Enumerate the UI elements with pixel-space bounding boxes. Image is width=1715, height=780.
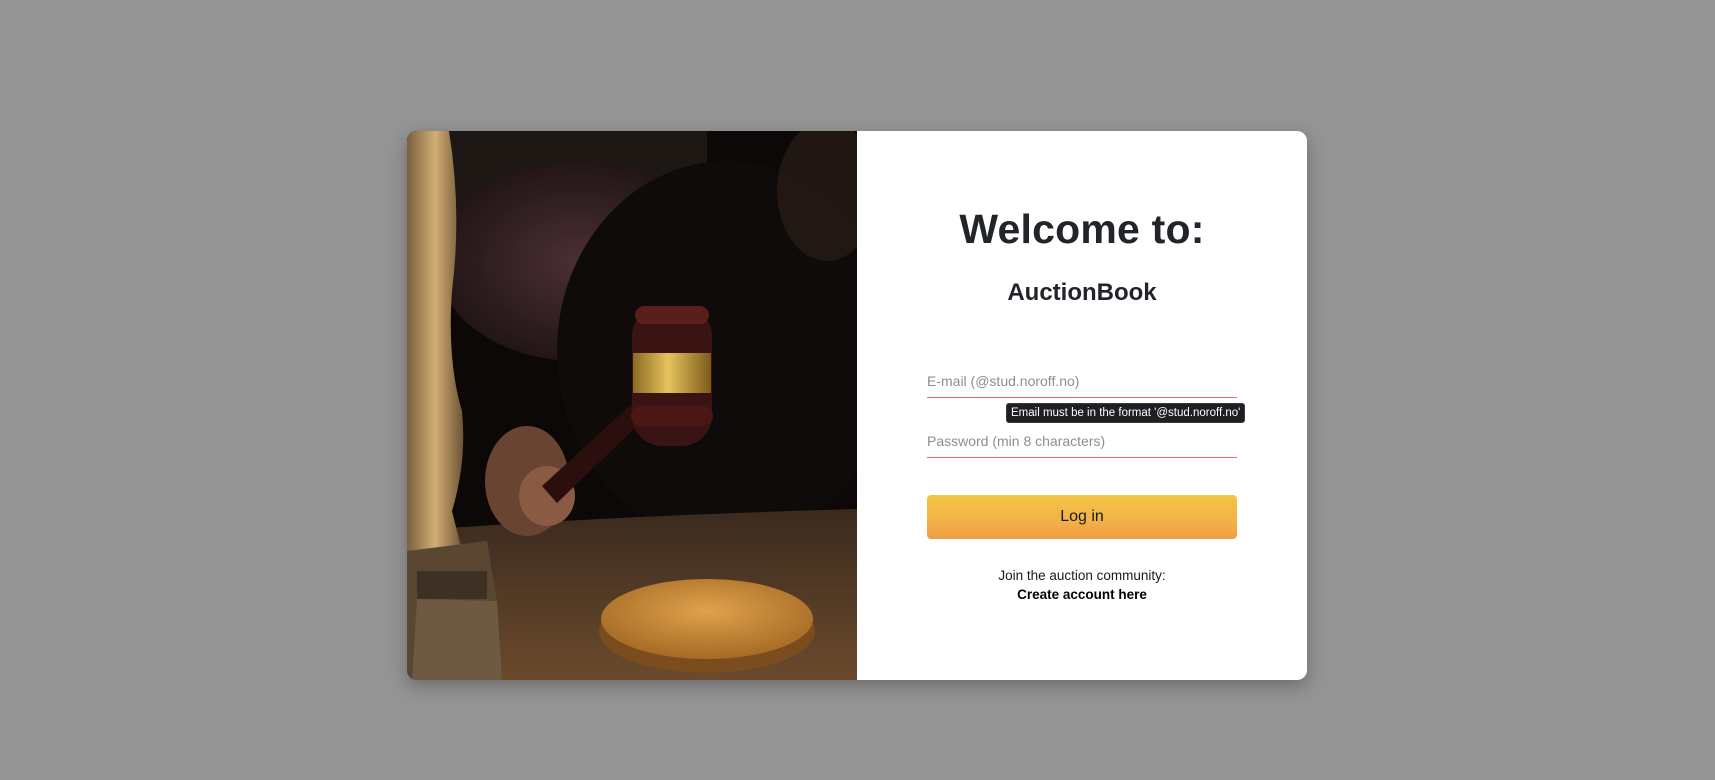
create-account-link-wrapper: Create account here <box>857 587 1307 602</box>
app-name: AuctionBook <box>1007 279 1157 306</box>
welcome-heading: Welcome to: <box>959 206 1205 252</box>
password-field[interactable] <box>927 424 1237 458</box>
gavel-photo-illustration <box>407 131 857 680</box>
create-account-link[interactable]: Create account here <box>1017 587 1147 602</box>
hero-image <box>407 131 857 680</box>
email-validation-tooltip: Email must be in the format '@stud.norof… <box>1006 403 1246 423</box>
login-card: Welcome to: AuctionBook Email must be in… <box>407 131 1307 680</box>
email-field[interactable] <box>927 364 1237 398</box>
login-form-panel: Welcome to: AuctionBook Email must be in… <box>857 131 1307 680</box>
join-community-text: Join the auction community: <box>998 568 1166 583</box>
login-button[interactable]: Log in <box>927 495 1237 539</box>
